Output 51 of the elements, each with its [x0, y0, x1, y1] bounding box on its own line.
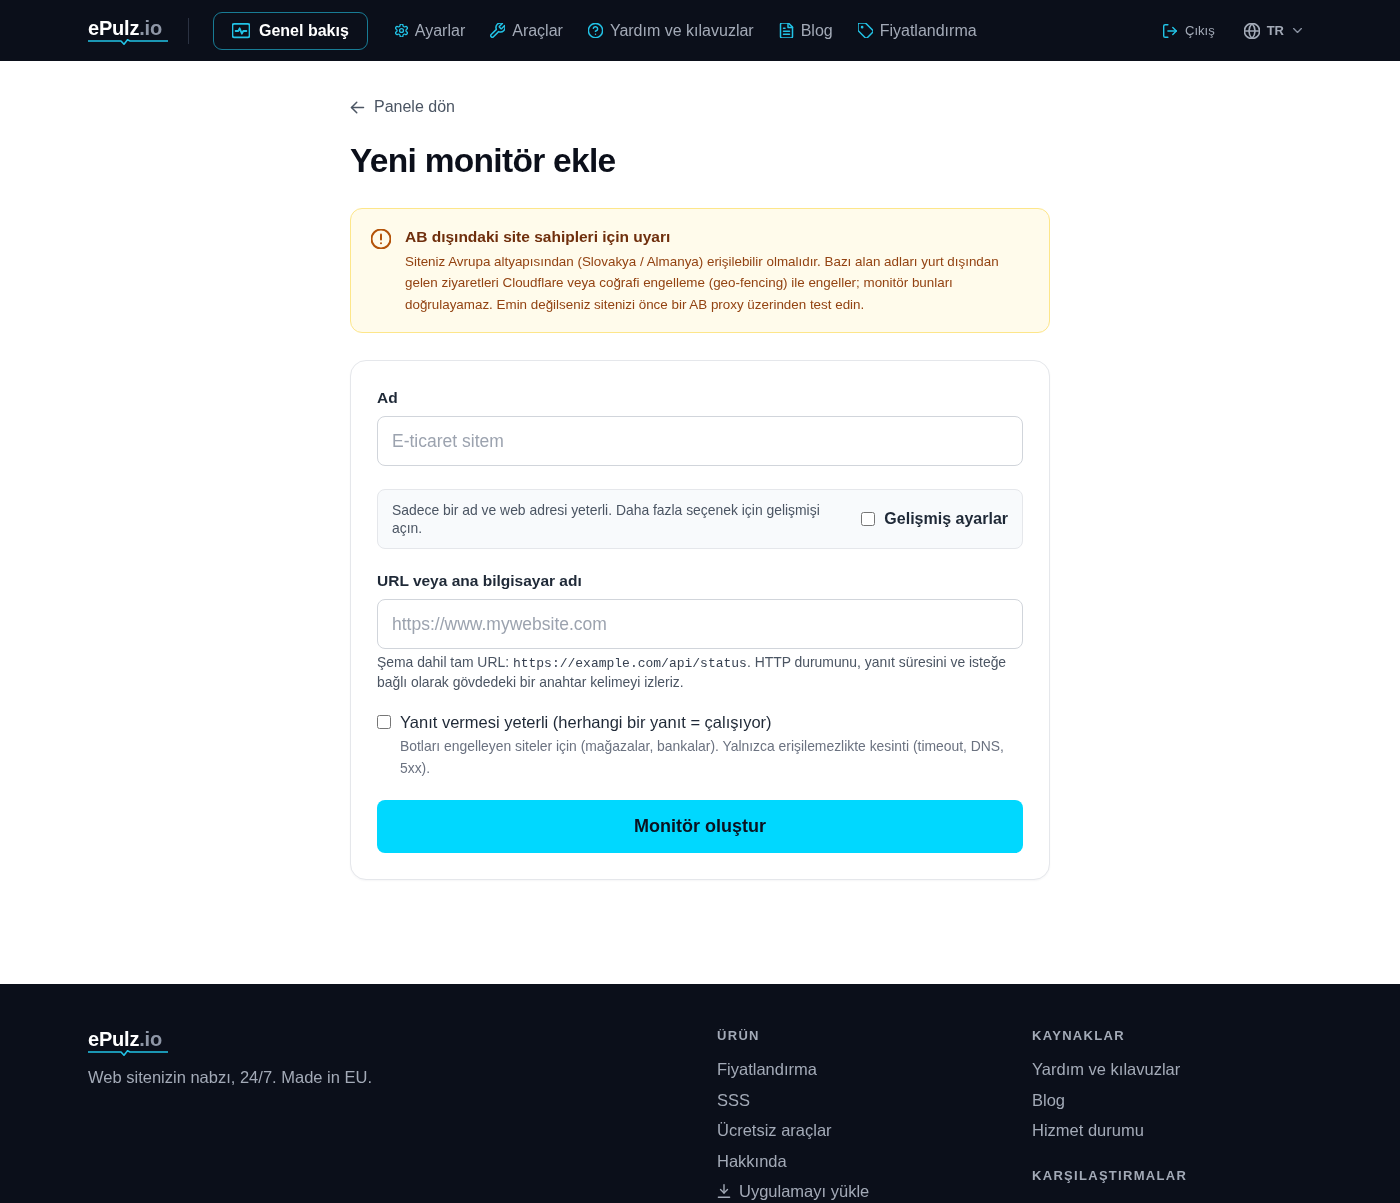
footer-link[interactable]: Hizmet durumu — [1032, 1118, 1144, 1142]
logo-wordmark[interactable]: ePulz.io — [88, 1028, 168, 1050]
nav-link[interactable]: Genel bakış — [213, 11, 368, 50]
wrench-icon — [490, 23, 506, 38]
tag-icon — [857, 23, 873, 38]
logout-link[interactable]: Çıkış — [1163, 20, 1215, 41]
gear-icon — [394, 24, 408, 37]
pulse-monitor-icon — [232, 21, 250, 40]
footer-link[interactable]: Ücretsiz araçlar — [717, 1118, 832, 1142]
response-only-description: Botları engelleyen siteler için (mağazalar, bankalar). Yalnızca erişilemezlikte kesinti (timeout, DNS, 5xx). — [400, 737, 1005, 778]
name-input[interactable]: E-ticaret sitem — [377, 416, 1023, 466]
download-icon — [717, 1184, 731, 1198]
create-monitor-button[interactable]: Monitör oluştur — [377, 800, 1023, 853]
arrow-left-icon — [350, 99, 365, 115]
back-link[interactable]: Panele dön — [350, 96, 455, 118]
footer-heading: ÜRÜN — [717, 1028, 760, 1044]
footer-link[interactable]: Hakkında — [717, 1148, 787, 1173]
advanced-checkbox[interactable] — [861, 512, 876, 526]
footer-link[interactable]: Blog — [1032, 1087, 1066, 1112]
footer-heading: KARŞILAŞTIRMALAR — [1032, 1168, 1188, 1184]
page-title: Yeni monitör ekle — [350, 140, 617, 181]
footer-link[interactable]: Yardım ve kılavuzlar — [1032, 1057, 1181, 1081]
pulse-line-icon — [88, 1050, 168, 1056]
nav-link[interactable]: Fiyatlandırma — [857, 20, 977, 41]
field-label: URL veya ana bilgisayar adı — [377, 571, 583, 591]
footer-link[interactable]: Fiyatlandırma — [717, 1057, 817, 1081]
footer-heading: KAYNAKLAR — [1032, 1028, 1125, 1044]
chevron-down-icon — [1293, 26, 1302, 35]
field-label: Ad — [377, 388, 399, 408]
info-text: Sadece bir ad ve web adresi yeterli. Daha fazla seçenek için gelişmişi açın. — [392, 501, 821, 537]
pulse-line-icon — [88, 38, 168, 45]
nav-link[interactable]: Blog — [778, 20, 833, 41]
logout-icon — [1163, 23, 1178, 38]
footer-link[interactable]: SSS — [717, 1087, 751, 1112]
warning-text: Siteniz Avrupa altyapısından (Slovakya / Almanya) erişilebilir olmalıdır. Bazı alan adları yurt dışından gelen ziyaretleri Cloudflare veya coğrafi engelleme (geo-fencing) ile engeller; monitör bunları doğrulayamaz. Emin değilseniz sitenizi önce bir AB proxy üzerinden test edin. — [405, 252, 1000, 314]
url-input[interactable]: https://www.mywebsite.com — [377, 599, 1023, 649]
warning-title: AB dışındaki site sahipleri için uyarı — [405, 226, 672, 247]
footer-link[interactable]: Uygulamayı yükle — [717, 1179, 870, 1203]
logo-wordmark[interactable]: ePulz.io — [88, 16, 168, 39]
url-hint: Şema dahil tam URL: https://example.com/api/status. HTTP durumunu, yanıt süresini ve isteğe bağlı olarak gövdedeki bir anahtar kelimeyi izleriz. — [377, 653, 1008, 691]
language-selector[interactable]: TR — [1243, 18, 1312, 43]
document-icon — [778, 23, 794, 38]
globe-icon — [1243, 22, 1260, 39]
advanced-settings-label[interactable]: Gelişmiş ayarlar — [884, 510, 1008, 528]
nav-link[interactable]: Ayarlar — [394, 20, 466, 41]
response-only-label[interactable]: Yanıt vermesi yeterli (herhangi bir yanıt = çalışıyor) — [400, 711, 1023, 733]
help-icon — [587, 23, 603, 38]
nav-link[interactable]: Araçlar — [490, 20, 563, 41]
footer-tagline: Web sitenizin nabzı, 24/7. Made in EU. — [88, 1067, 372, 1088]
nav-link[interactable]: Yardım ve kılavuzlar — [587, 20, 754, 41]
response-only-checkbox[interactable] — [377, 715, 391, 729]
